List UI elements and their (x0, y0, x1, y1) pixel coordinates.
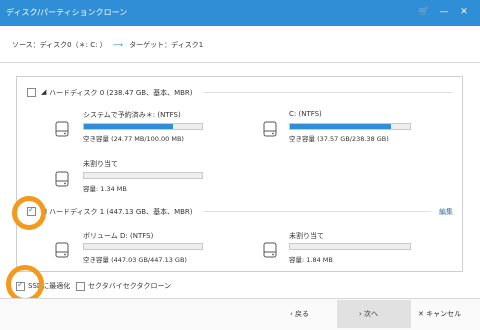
source-label: ソース：ディスク0（＊: C: ） (12, 41, 107, 49)
disk1-header: ハードディスク 1 (447.13 GB、基本、MBR) (49, 208, 193, 216)
partition-capacity: 容量: 1.34 MB (83, 185, 127, 193)
partition-usage-fill (84, 124, 173, 129)
partition-name[interactable]: 未割り当て (83, 159, 118, 169)
cancel-button[interactable]: ✕ キャンセル (418, 300, 476, 328)
target-label: ターゲット：ディスク1 (129, 41, 204, 49)
partition-drive-icon (55, 242, 69, 258)
arrow-right-icon: ⟶ (112, 41, 123, 49)
partition-capacity: 空き容量 (447.03 GB/447.13 GB) (83, 256, 187, 264)
partition-name[interactable]: C: (NTFS) (289, 110, 322, 118)
minimize-icon[interactable]: — (438, 6, 450, 18)
back-button[interactable]: ‹ 戻る (290, 300, 330, 328)
partition-name[interactable]: システムで予約済み＊: (NTFS) (83, 110, 181, 120)
close-icon[interactable]: ✕ (458, 6, 470, 18)
next-button[interactable]: › 次へ (337, 300, 411, 328)
partition-drive-icon (55, 171, 69, 187)
partition-name[interactable]: 未割り当て (289, 231, 324, 241)
partition-usage-bar (83, 243, 203, 250)
partition-drive-icon (263, 121, 277, 137)
window-title: ディスク/パーティションクローン (6, 8, 128, 17)
partition-usage-bar (83, 172, 203, 179)
disk1-header-line (203, 211, 431, 212)
title-bar: ディスク/パーティションクローン 🛒 — ✕ (0, 0, 480, 26)
divider (0, 62, 480, 63)
partition-drive-icon (55, 121, 69, 137)
partition-usage-fill (290, 124, 391, 129)
partition-capacity: 容量: 1.84 MB (289, 256, 333, 264)
disk-panel: ◢ ハードディスク 0 (238.47 GB、基本、MBR) システムで予約済み… (16, 76, 463, 272)
partition-capacity: 空き容量 (37.57 GB/238.38 GB) (289, 135, 389, 143)
partition-usage-bar (289, 243, 411, 250)
edit-link[interactable]: 編集 (439, 207, 453, 217)
partition-usage-bar (289, 123, 411, 130)
disk0-header-line (203, 92, 453, 93)
sector-clone-label[interactable]: セクタバイセクタクローン (88, 281, 171, 291)
disk0-expand-icon[interactable]: ◢ (41, 88, 46, 96)
partition-usage-bar (83, 123, 203, 130)
partition-name[interactable]: ボリューム D: (NTFS) (83, 231, 153, 241)
cart-icon[interactable]: 🛒 (418, 6, 430, 18)
partition-capacity: 空き容量 (24.77 MB/100.00 MB) (83, 135, 184, 143)
highlight-ring (12, 196, 46, 230)
disk0-header: ハードディスク 0 (238.47 GB、基本、MBR) (49, 89, 193, 97)
source-target-row: ソース：ディスク0（＊: C: ） ⟶ ターゲット：ディスク1 (12, 40, 203, 50)
disk0-checkbox[interactable] (27, 88, 36, 97)
partition-drive-icon (263, 242, 277, 258)
close-icon: ✕ (418, 310, 427, 318)
sector-clone-checkbox[interactable] (76, 282, 85, 291)
